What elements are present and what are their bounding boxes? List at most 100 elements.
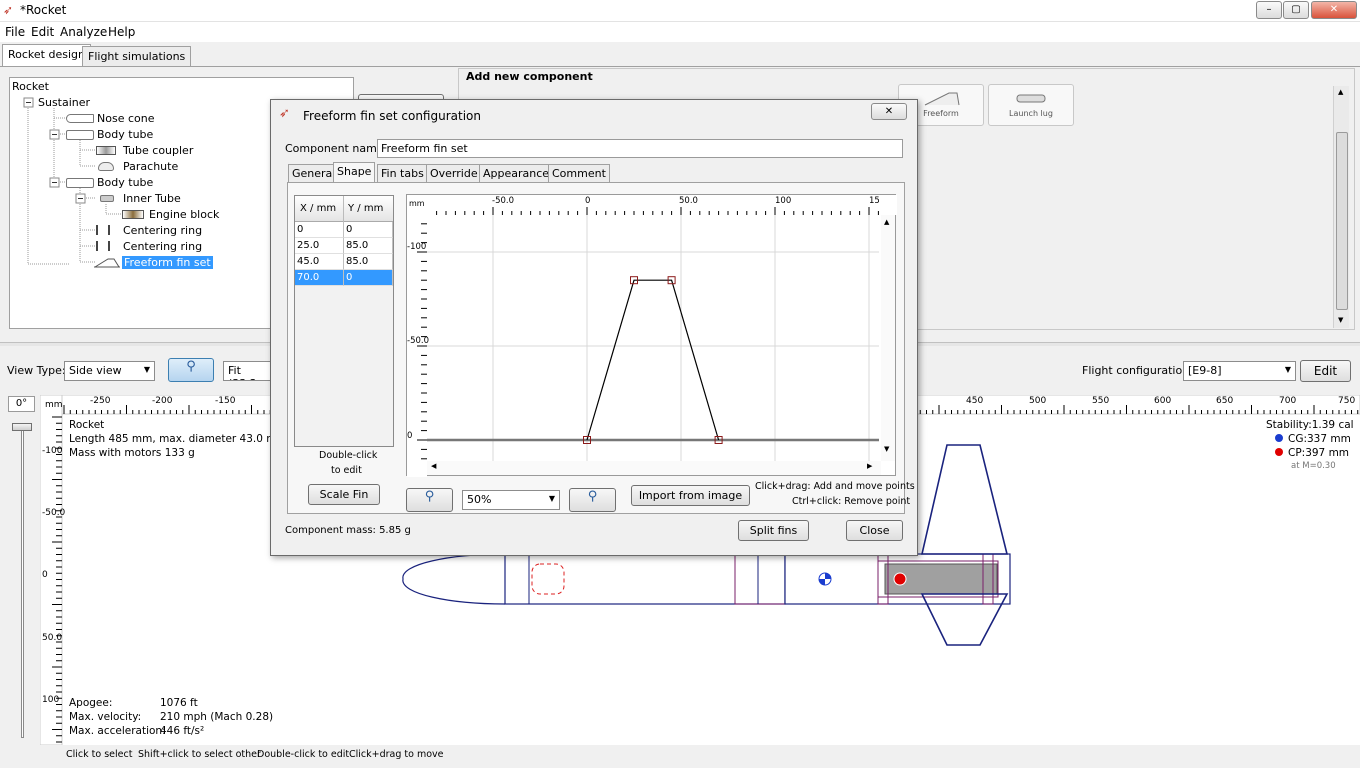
edit-config-button[interactable]: Edit — [1300, 360, 1351, 382]
component-scrollbar[interactable]: ▲ ▼ — [1333, 86, 1349, 328]
table-cell-x-selected[interactable]: 70.0 — [295, 270, 344, 286]
menu-help[interactable]: Help — [108, 25, 135, 39]
ruler-label: 600 — [1154, 396, 1172, 406]
rotation-slider-track — [21, 428, 24, 738]
tree-item-centering-ring-2[interactable]: Centering ring — [123, 240, 202, 253]
zoom-in-button[interactable]: ⚲ — [168, 358, 214, 382]
scroll-right-icon[interactable]: ▶ — [867, 462, 872, 470]
close-window-button[interactable]: ✕ — [1311, 1, 1357, 19]
centering-ring-icon — [96, 241, 110, 251]
ruler-label: 500 — [1029, 396, 1047, 406]
plot-y-label: 0 — [407, 431, 413, 441]
rotation-slider-thumb[interactable] — [12, 423, 32, 431]
flight-config-select[interactable]: [E9-8] ▼ — [1183, 361, 1296, 381]
status-hint: Click to select — [66, 749, 133, 760]
points-table[interactable]: X / mm Y / mm 0 0 25.0 85.0 45.0 85.0 70… — [294, 195, 394, 447]
ruler-unit: mm — [45, 400, 63, 410]
plot-hscroll[interactable]: ◀ ▶ — [427, 461, 881, 475]
tree-item-parachute[interactable]: Parachute — [123, 160, 178, 173]
scroll-up-icon[interactable]: ▲ — [884, 218, 889, 226]
magnifier-icon: ⚲ — [186, 359, 196, 374]
view-type-select[interactable]: Side view ▼ — [64, 361, 155, 381]
fin-shape-plot[interactable]: mm -50.0 0 50.0 100 15 -100 -50.0 0 ▲ ▼ … — [406, 194, 897, 477]
table-cell-y[interactable]: 85.0 — [344, 254, 393, 270]
zoom-fit-select[interactable]: Fit (33.2 — [223, 361, 271, 381]
dialog-close-button[interactable]: Close — [846, 520, 903, 541]
import-from-image-button[interactable]: Import from image — [631, 485, 750, 506]
tree-item-freeform-fin-set[interactable]: Freeform fin set — [122, 256, 213, 269]
add-launch-lug-button[interactable]: Launch lug — [988, 84, 1074, 126]
plot-zoom-in-button[interactable]: ⚲ — [569, 488, 616, 512]
scroll-left-icon[interactable]: ◀ — [431, 462, 436, 470]
ruler-label: 450 — [966, 396, 984, 406]
tree-item-tube-coupler[interactable]: Tube coupler — [123, 144, 193, 157]
body-tube-1-shape — [504, 553, 786, 605]
plot-y-label: -50.0 — [407, 336, 429, 346]
plot-x-label: 15 — [869, 196, 880, 206]
dialog-tab-general[interactable]: General — [288, 164, 340, 182]
flight-config-label: Flight configuration: — [1082, 364, 1193, 377]
menu-analyze[interactable]: Analyze — [60, 25, 107, 39]
inner-tube-icon — [100, 195, 114, 202]
rotation-field[interactable]: 0° — [8, 396, 35, 412]
tab-rocket-design[interactable]: Rocket design — [2, 44, 91, 67]
freeform-component-icon — [924, 92, 960, 106]
table-hint-line1: Double-click — [319, 450, 378, 461]
ruler-label: 700 — [1279, 396, 1297, 406]
centering-ring-icon — [96, 225, 110, 235]
window-title: *Rocket — [20, 3, 67, 17]
maximize-button[interactable]: ▢ — [1283, 1, 1309, 19]
table-cell-x[interactable]: 0 — [295, 222, 344, 238]
table-cell-y[interactable]: 85.0 — [344, 238, 393, 254]
dialog-tab-shape[interactable]: Shape — [333, 162, 376, 183]
component-name-input[interactable] — [377, 139, 903, 158]
scroll-down-icon[interactable]: ▼ — [1338, 316, 1343, 324]
fin-plot-canvas — [407, 195, 897, 477]
max-acceleration-label: Max. acceleration: — [69, 725, 166, 737]
plot-vscroll[interactable]: ▲ ▼ — [881, 215, 895, 461]
tab-flight-simulations[interactable]: Flight simulations — [82, 46, 192, 66]
stability-value: Stability:1.39 cal — [1266, 419, 1354, 431]
menu-edit[interactable]: Edit — [31, 25, 54, 39]
ruler-label: -200 — [152, 396, 173, 406]
status-hint: Shift+click to select other — [138, 749, 261, 760]
scale-fin-button[interactable]: Scale Fin — [308, 484, 380, 505]
dialog-tab-override[interactable]: Override — [426, 164, 482, 182]
scroll-down-icon[interactable]: ▼ — [884, 445, 889, 453]
plot-help-line1: Click+drag: Add and move points — [755, 481, 915, 492]
plot-zoom-out-button[interactable]: ⚲ — [406, 488, 453, 512]
add-launch-lug-label: Launch lug — [1009, 109, 1053, 118]
column-header-x: X / mm — [300, 203, 337, 214]
tree-item-engine-block[interactable]: Engine block — [149, 208, 219, 221]
tree-item-sustainer[interactable]: Sustainer — [38, 96, 90, 109]
plot-zoom-select[interactable]: 50% ▼ — [462, 490, 560, 510]
launch-lug-icon — [1016, 94, 1046, 103]
scroll-up-icon[interactable]: ▲ — [1338, 88, 1343, 96]
menu-file[interactable]: File — [5, 25, 25, 39]
minimize-button[interactable]: – — [1256, 1, 1282, 19]
table-cell-x[interactable]: 25.0 — [295, 238, 344, 254]
split-fins-button[interactable]: Split fins — [738, 520, 809, 541]
dialog-tab-appearance[interactable]: Appearance — [479, 164, 554, 182]
table-cell-x[interactable]: 45.0 — [295, 254, 344, 270]
table-cell-y[interactable]: 0 — [344, 222, 393, 238]
tree-item-body-tube-2[interactable]: Body tube — [97, 176, 153, 189]
rotation-slider[interactable] — [12, 418, 34, 742]
tree-item-inner-tube[interactable]: Inner Tube — [123, 192, 181, 205]
dialog-tab-comment[interactable]: Comment — [548, 164, 610, 182]
tree-item-body-tube-1[interactable]: Body tube — [97, 128, 153, 141]
component-scrollbar-thumb[interactable] — [1336, 132, 1348, 310]
max-velocity-value: 210 mph (Mach 0.28) — [160, 711, 274, 723]
tree-item-nose-cone[interactable]: Nose cone — [97, 112, 154, 125]
ruler-label: -250 — [90, 396, 111, 406]
add-component-title: Add new component — [466, 70, 593, 83]
dialog-tab-fin-tabs[interactable]: Fin tabs — [377, 164, 428, 182]
plot-y-label: -100 — [407, 242, 427, 252]
tree-item-centering-ring-1[interactable]: Centering ring — [123, 224, 202, 237]
plot-x-label: 50.0 — [679, 196, 698, 206]
tree-item-rocket[interactable]: Rocket — [12, 80, 49, 93]
table-cell-y-selected[interactable]: 0 — [344, 270, 393, 286]
dialog-close-icon[interactable]: ✕ — [871, 103, 907, 120]
ruler-label: -100 — [42, 446, 63, 456]
freeform-fin-dialog: ➶ Freeform fin set configuration ✕ Compo… — [270, 99, 918, 556]
